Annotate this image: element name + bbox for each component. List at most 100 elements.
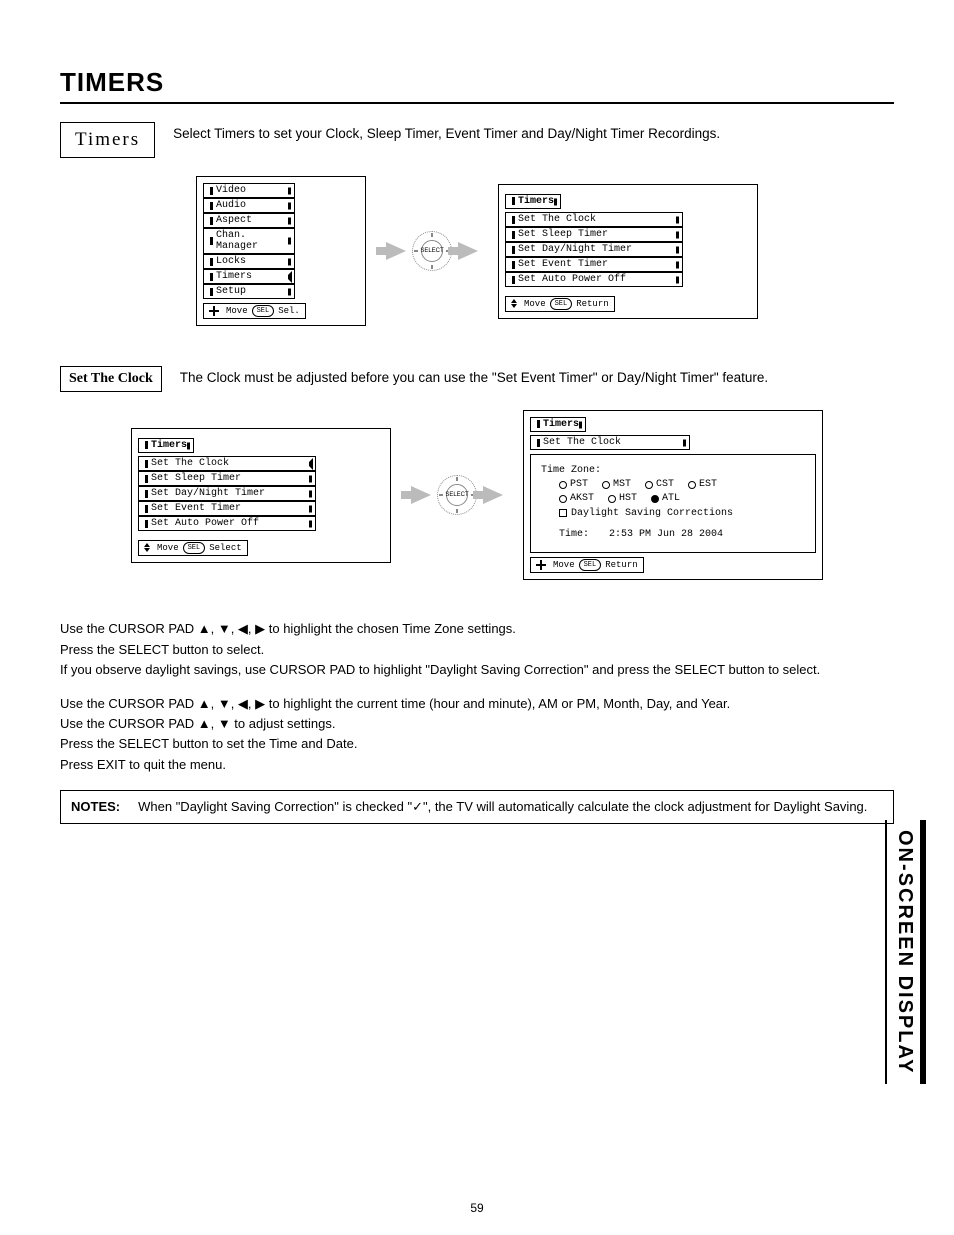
set-clock-label-box: Set The Clock bbox=[60, 366, 162, 392]
tz-cst: CST bbox=[645, 479, 674, 490]
notes-label: NOTES: bbox=[71, 799, 120, 815]
instr-line: Use the CURSOR PAD ▲, ▼ to adjust settin… bbox=[60, 715, 894, 733]
page-title: TIMERS bbox=[60, 67, 894, 98]
tz-pst: PST bbox=[559, 479, 588, 490]
hint-move: Move bbox=[553, 560, 575, 570]
menu-set-event: Set Event Timer bbox=[138, 501, 316, 516]
menu-chan-manager: Chan. Manager bbox=[203, 228, 295, 254]
instructions-block-2: Use the CURSOR PAD ▲, ▼, ◀, ▶ to highlig… bbox=[60, 695, 894, 774]
menu-timers: Timers bbox=[203, 269, 295, 284]
hint-return: Return bbox=[605, 560, 637, 570]
timers-tab: Timers bbox=[530, 417, 586, 432]
tz-akst: AKST bbox=[559, 493, 594, 504]
menu-set-sleep: Set Sleep Timer bbox=[138, 471, 316, 486]
cross-icon bbox=[536, 560, 546, 570]
timezone-row-1: PST MST CST EST bbox=[559, 479, 805, 490]
arrow-right-icon bbox=[483, 486, 503, 504]
arrow-right-icon bbox=[386, 242, 406, 260]
time-row: Time: 2:53 PM Jun 28 2004 bbox=[559, 529, 805, 540]
dst-label: Daylight Saving Corrections bbox=[571, 508, 733, 519]
menu-set-sleep: Set Sleep Timer bbox=[505, 227, 683, 242]
select-dial-label: SELECT bbox=[446, 484, 468, 506]
dst-checkbox bbox=[559, 509, 567, 517]
select-dial-label: SELECT bbox=[421, 240, 443, 262]
notes-box: NOTES: When "Daylight Saving Correction"… bbox=[60, 790, 894, 824]
hint-sel-pill: SEL bbox=[252, 305, 275, 317]
main-menu-list: Video Audio Aspect Chan. Manager Locks T… bbox=[203, 183, 359, 299]
time-label: Time: bbox=[559, 529, 589, 540]
clock-panel-hint: Move SEL Return bbox=[530, 557, 644, 573]
side-label-text: ON-SCREEN DISPLAY bbox=[885, 820, 926, 1084]
time-value: 2:53 PM Jun 28 2004 bbox=[609, 529, 723, 540]
select-dial-icon: SELECT bbox=[437, 475, 477, 515]
hint-select: Sel. bbox=[278, 306, 300, 316]
cross-icon bbox=[209, 306, 219, 316]
set-clock-panel-osd: Timers Set The Clock Time Zone: PST MST … bbox=[523, 410, 823, 580]
timers-intro: Timers Select Timers to set your Clock, … bbox=[60, 122, 894, 158]
select-dial-icon: SELECT bbox=[412, 231, 452, 271]
main-menu-osd: Video Audio Aspect Chan. Manager Locks T… bbox=[196, 176, 366, 326]
instructions-block-1: Use the CURSOR PAD ▲, ▼, ◀, ▶ to highlig… bbox=[60, 620, 894, 679]
tz-mst: MST bbox=[602, 479, 631, 490]
page-number: 59 bbox=[470, 1201, 483, 1215]
timers-label-box: Timers bbox=[60, 122, 155, 158]
main-menu-hint: Move SEL Sel. bbox=[203, 303, 306, 319]
hint-sel-pill: SEL bbox=[579, 559, 602, 571]
menu-video: Video bbox=[203, 183, 295, 198]
timers-menu-list: Set The Clock Set Sleep Timer Set Day/Ni… bbox=[505, 212, 751, 287]
instr-line: Use the CURSOR PAD ▲, ▼, ◀, ▶ to highlig… bbox=[60, 695, 894, 713]
menu-setup: Setup bbox=[203, 284, 295, 299]
notes-text: When "Daylight Saving Correction" is che… bbox=[138, 799, 867, 815]
updown-icon bbox=[511, 299, 517, 308]
clock-settings-panel: Time Zone: PST MST CST EST AKST HST ATL … bbox=[530, 454, 816, 553]
hint-select: Select bbox=[209, 543, 241, 553]
updown-icon bbox=[144, 543, 150, 552]
timers-menu-list-2: Set The Clock Set Sleep Timer Set Day/Ni… bbox=[138, 456, 384, 531]
arrow-separator-2: SELECT bbox=[411, 475, 503, 515]
menu-set-daynight: Set Day/Night Timer bbox=[505, 242, 683, 257]
timers-submenu-osd: Timers Set The Clock Set Sleep Timer Set… bbox=[498, 184, 758, 319]
hint-return: Return bbox=[576, 299, 608, 309]
timers-tab: Timers bbox=[505, 194, 561, 209]
timers-menu-hint-2: Move SEL Select bbox=[138, 540, 248, 556]
tz-hst: HST bbox=[608, 493, 637, 504]
instr-line: If you observe daylight savings, use CUR… bbox=[60, 661, 894, 679]
tz-atl: ATL bbox=[651, 493, 680, 504]
side-label: ON-SCREEN DISPLAY bbox=[885, 820, 926, 1084]
timers-submenu-osd-2: Timers Set The Clock Set Sleep Timer Set… bbox=[131, 428, 391, 563]
arrow-separator-1: SELECT bbox=[386, 231, 478, 271]
instr-line: Press EXIT to quit the menu. bbox=[60, 756, 894, 774]
hint-sel-pill: SEL bbox=[183, 542, 206, 554]
hint-move: Move bbox=[524, 299, 546, 309]
menu-set-autopower: Set Auto Power Off bbox=[138, 516, 316, 531]
timezone-row-2: AKST HST ATL bbox=[559, 493, 805, 504]
timers-tab: Timers bbox=[138, 438, 194, 453]
menu-set-clock: Set The Clock bbox=[505, 212, 683, 227]
hint-move: Move bbox=[226, 306, 248, 316]
figure-row-1: Video Audio Aspect Chan. Manager Locks T… bbox=[60, 176, 894, 326]
set-clock-intro: Set The Clock The Clock must be adjusted… bbox=[60, 366, 894, 392]
dst-row: Daylight Saving Corrections bbox=[559, 508, 805, 519]
set-clock-subtab: Set The Clock bbox=[530, 435, 690, 450]
menu-set-event: Set Event Timer bbox=[505, 257, 683, 272]
menu-audio: Audio bbox=[203, 198, 295, 213]
tz-est: EST bbox=[688, 479, 717, 490]
hint-move: Move bbox=[157, 543, 179, 553]
instr-line: Press the SELECT button to set the Time … bbox=[60, 735, 894, 753]
divider bbox=[60, 102, 894, 104]
instr-line: Use the CURSOR PAD ▲, ▼, ◀, ▶ to highlig… bbox=[60, 620, 894, 638]
menu-set-clock: Set The Clock bbox=[138, 456, 316, 471]
figure-row-2: Timers Set The Clock Set Sleep Timer Set… bbox=[60, 410, 894, 580]
menu-locks: Locks bbox=[203, 254, 295, 269]
instr-line: Press the SELECT button to select. bbox=[60, 641, 894, 659]
hint-sel-pill: SEL bbox=[550, 298, 573, 310]
arrow-right-icon bbox=[458, 242, 478, 260]
arrow-right-icon bbox=[411, 486, 431, 504]
timers-desc: Select Timers to set your Clock, Sleep T… bbox=[173, 122, 894, 141]
set-clock-desc: The Clock must be adjusted before you ca… bbox=[180, 366, 894, 385]
timers-menu-hint: Move SEL Return bbox=[505, 296, 615, 312]
timezone-label: Time Zone: bbox=[541, 465, 805, 476]
menu-aspect: Aspect bbox=[203, 213, 295, 228]
menu-set-daynight: Set Day/Night Timer bbox=[138, 486, 316, 501]
menu-set-autopower: Set Auto Power Off bbox=[505, 272, 683, 287]
